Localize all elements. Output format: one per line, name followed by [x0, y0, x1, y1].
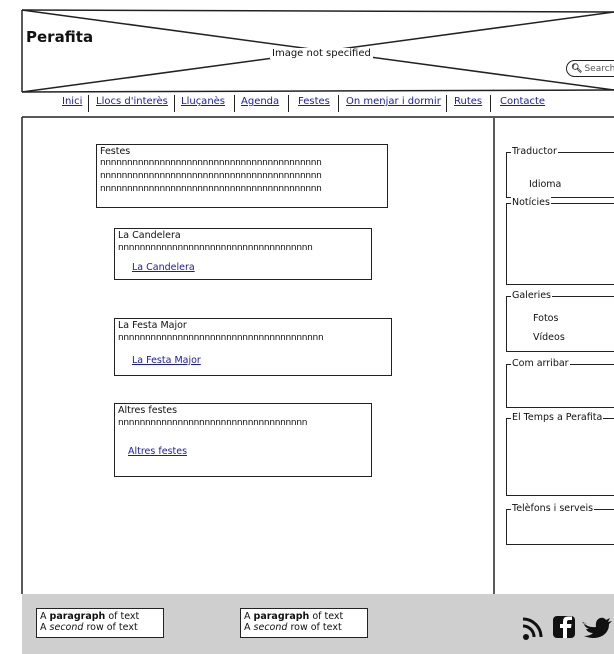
- twitter-icon[interactable]: [582, 617, 612, 638]
- facebook-icon[interactable]: [553, 616, 575, 638]
- social-icons: [522, 616, 612, 640]
- rss-icon[interactable]: [522, 617, 543, 640]
